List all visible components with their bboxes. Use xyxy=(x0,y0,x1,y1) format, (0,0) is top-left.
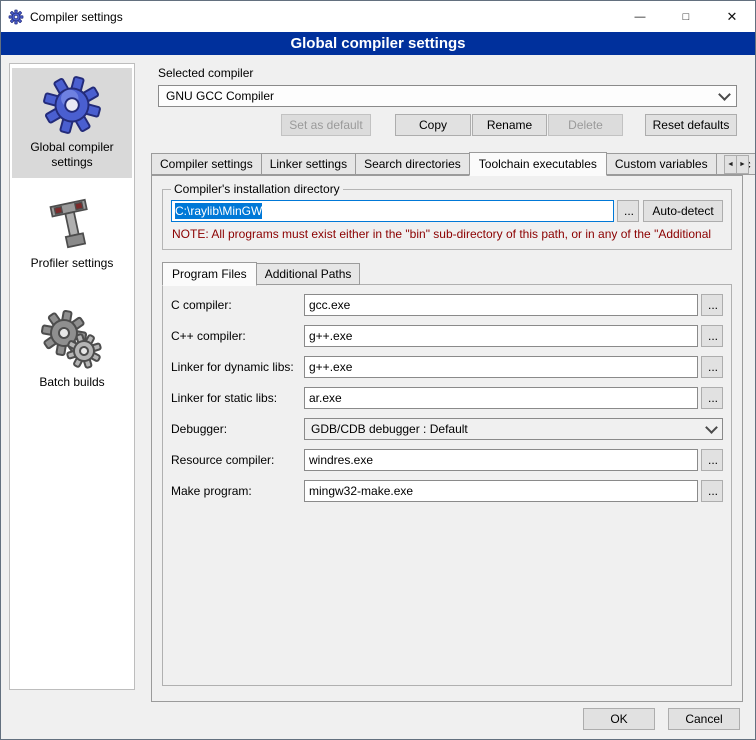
delete-button[interactable]: Delete xyxy=(548,114,623,136)
copy-button[interactable]: Copy xyxy=(395,114,471,136)
minimize-icon: — xyxy=(635,11,646,23)
settings-sidebar: Global compiler settings Profiler settin… xyxy=(9,63,135,690)
c-compiler-input[interactable] xyxy=(304,294,698,316)
gear-blue-icon xyxy=(41,74,103,136)
installation-directory-note: NOTE: All programs must exist either in … xyxy=(172,227,723,241)
toolchain-executables-panel: Compiler's installation directory C:\ray… xyxy=(151,175,743,702)
minimize-button[interactable]: — xyxy=(617,1,663,32)
sidebar-item-global-compiler-settings[interactable]: Global compiler settings xyxy=(12,68,132,178)
set-as-default-button[interactable]: Set as default xyxy=(281,114,371,136)
app-icon xyxy=(8,9,24,25)
ok-button[interactable]: OK xyxy=(583,708,655,730)
cpp-compiler-input[interactable] xyxy=(304,325,698,347)
make-program-input[interactable] xyxy=(304,480,698,502)
selected-compiler-dropdown[interactable]: GNU GCC Compiler xyxy=(158,85,737,107)
dynamic-linker-browse-button[interactable]: ... xyxy=(701,356,723,378)
make-program-label: Make program: xyxy=(171,484,304,498)
cpp-compiler-browse-button[interactable]: ... xyxy=(701,325,723,347)
chevron-down-icon xyxy=(718,88,731,101)
rename-button[interactable]: Rename xyxy=(472,114,547,136)
gears-gray-icon xyxy=(40,307,104,371)
field-row-resource-compiler: Resource compiler: ... xyxy=(171,449,723,471)
scroll-right-icon: ► xyxy=(739,161,746,168)
sidebar-item-batch-builds[interactable]: Batch builds xyxy=(12,301,132,398)
settings-tabstrip: Compiler settings Linker settings Search… xyxy=(151,152,749,175)
cpp-compiler-label: C++ compiler: xyxy=(171,329,304,343)
tab-linker-settings[interactable]: Linker settings xyxy=(261,153,356,175)
debugger-value: GDB/CDB debugger : Default xyxy=(311,422,468,436)
titlebar: Compiler settings — □ ✕ xyxy=(1,1,755,32)
sidebar-item-label: Batch builds xyxy=(14,375,130,390)
field-row-c-compiler: C compiler: ... xyxy=(171,294,723,316)
close-icon: ✕ xyxy=(727,9,738,25)
page-title: Global compiler settings xyxy=(1,32,755,55)
main-panel: Selected compiler GNU GCC Compiler Set a… xyxy=(146,63,749,702)
maximize-button[interactable]: □ xyxy=(663,1,709,32)
dynamic-linker-input[interactable] xyxy=(304,356,698,378)
field-row-debugger: Debugger: GDB/CDB debugger : Default xyxy=(171,418,723,440)
installation-directory-group: Compiler's installation directory C:\ray… xyxy=(162,182,732,250)
tab-custom-variables[interactable]: Custom variables xyxy=(606,153,717,175)
subtab-additional-paths[interactable]: Additional Paths xyxy=(256,263,361,285)
c-compiler-label: C compiler: xyxy=(171,298,304,312)
installation-directory-browse-button[interactable]: ... xyxy=(617,200,639,222)
program-files-panel: C compiler: ... C++ compiler: ... Linker… xyxy=(162,284,732,686)
field-row-make-program: Make program: ... xyxy=(171,480,723,502)
selected-compiler-label: Selected compiler xyxy=(158,66,749,80)
dialog-footer: OK Cancel xyxy=(583,708,740,730)
sidebar-item-label: Profiler settings xyxy=(14,256,130,271)
maximize-icon: □ xyxy=(683,11,690,23)
sidebar-item-label: Global compiler settings xyxy=(14,140,130,170)
resource-compiler-input[interactable] xyxy=(304,449,698,471)
reset-defaults-button[interactable]: Reset defaults xyxy=(645,114,737,136)
tab-search-directories[interactable]: Search directories xyxy=(355,153,470,175)
c-compiler-browse-button[interactable]: ... xyxy=(701,294,723,316)
toolchain-subtabs: Program Files Additional Paths xyxy=(162,262,742,285)
compiler-actions: Set as default Copy Rename Delete Reset … xyxy=(158,114,737,136)
profiler-icon xyxy=(44,196,100,252)
resource-compiler-label: Resource compiler: xyxy=(171,453,304,467)
tab-toolchain-executables[interactable]: Toolchain executables xyxy=(469,152,607,176)
scroll-left-icon: ◄ xyxy=(727,161,734,168)
resource-compiler-browse-button[interactable]: ... xyxy=(701,449,723,471)
selected-compiler-value: GNU GCC Compiler xyxy=(166,89,274,103)
tab-scroll-right-button[interactable]: ► xyxy=(736,155,749,174)
compiler-settings-window: Compiler settings — □ ✕ Global compiler … xyxy=(0,0,756,740)
static-linker-browse-button[interactable]: ... xyxy=(701,387,723,409)
dynamic-linker-label: Linker for dynamic libs: xyxy=(171,360,304,374)
static-linker-input[interactable] xyxy=(304,387,698,409)
close-button[interactable]: ✕ xyxy=(709,1,755,32)
debugger-label: Debugger: xyxy=(171,422,304,436)
tab-scroll-buttons: ◄ ► xyxy=(724,155,749,174)
cancel-button[interactable]: Cancel xyxy=(668,708,740,730)
subtab-program-files[interactable]: Program Files xyxy=(162,262,257,286)
installation-directory-input[interactable]: C:\raylib\MinGW xyxy=(171,200,614,222)
auto-detect-button[interactable]: Auto-detect xyxy=(643,200,723,222)
installation-directory-legend: Compiler's installation directory xyxy=(171,182,343,196)
field-row-dynamic-linker: Linker for dynamic libs: ... xyxy=(171,356,723,378)
make-program-browse-button[interactable]: ... xyxy=(701,480,723,502)
window-title: Compiler settings xyxy=(30,10,617,24)
static-linker-label: Linker for static libs: xyxy=(171,391,304,405)
sidebar-item-profiler-settings[interactable]: Profiler settings xyxy=(12,190,132,279)
tab-compiler-settings[interactable]: Compiler settings xyxy=(151,153,262,175)
field-row-cpp-compiler: C++ compiler: ... xyxy=(171,325,723,347)
field-row-static-linker: Linker for static libs: ... xyxy=(171,387,723,409)
chevron-down-icon xyxy=(705,421,718,434)
debugger-select[interactable]: GDB/CDB debugger : Default xyxy=(304,418,723,440)
installation-directory-value: C:\raylib\MinGW xyxy=(175,203,262,219)
